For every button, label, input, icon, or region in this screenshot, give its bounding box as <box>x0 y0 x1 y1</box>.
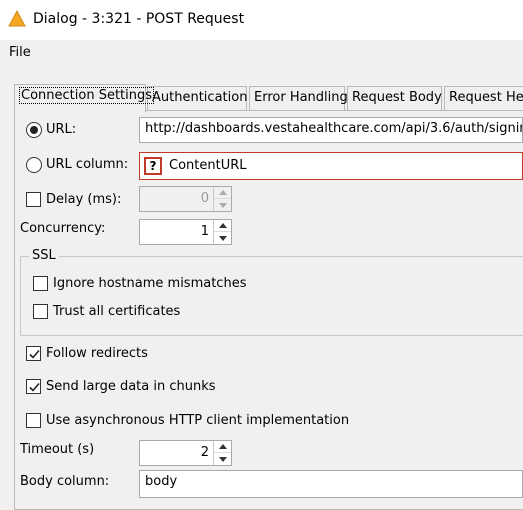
concurrency-spinner-buttons <box>213 220 231 244</box>
url-label: URL: <box>46 122 77 137</box>
tab-label: Request Body <box>352 90 442 105</box>
concurrency-label: Concurrency: <box>20 221 106 236</box>
checkmark-icon <box>29 349 40 359</box>
tab-strip: Connection Settings Authentication Error… <box>14 84 523 112</box>
delay-value: 0 <box>200 191 209 206</box>
trust-all-label: Trust all certificates <box>53 304 181 319</box>
concurrency-spinner[interactable]: 1 <box>139 219 232 245</box>
delay-checkbox[interactable] <box>26 192 41 207</box>
delay-spinner[interactable]: 0 <box>139 186 232 212</box>
url-column-select[interactable]: ? ContentURL <box>139 152 523 180</box>
timeout-spinner-buttons <box>213 441 231 465</box>
delay-label: Delay (ms): <box>46 192 122 207</box>
checkmark-icon <box>29 382 40 392</box>
send-chunks-checkbox[interactable] <box>26 379 41 394</box>
tab-label: Connection Settings <box>19 87 155 104</box>
spinner-up-icon[interactable] <box>214 441 231 453</box>
url-radio[interactable] <box>26 122 42 138</box>
url-column-value: ContentURL <box>169 158 247 173</box>
follow-redirects-checkbox[interactable] <box>26 346 41 361</box>
spinner-down-icon[interactable] <box>214 199 231 211</box>
tab-label: Authentication <box>152 90 248 105</box>
trust-all-checkbox[interactable] <box>33 304 48 319</box>
ignore-hostname-checkbox[interactable] <box>33 276 48 291</box>
menu-bar <box>0 40 523 68</box>
spinner-up-icon[interactable] <box>214 220 231 232</box>
tab-connection-settings[interactable]: Connection Settings <box>14 84 155 112</box>
window-title: Dialog - 3:321 - POST Request <box>33 11 245 27</box>
ssl-group <box>20 256 523 336</box>
follow-redirects-label: Follow redirects <box>46 346 148 361</box>
tab-error-handling[interactable]: Error Handling <box>249 86 348 111</box>
menu-file[interactable]: File <box>7 45 33 60</box>
ignore-hostname-label: Ignore hostname mismatches <box>53 276 247 291</box>
knime-warning-triangle-icon <box>8 10 26 27</box>
spinner-down-icon[interactable] <box>214 453 231 465</box>
async-label: Use asynchronous HTTP client implementat… <box>46 413 350 428</box>
concurrency-value: 1 <box>200 224 209 239</box>
body-column-label: Body column: <box>20 474 110 489</box>
radio-selected-dot <box>30 126 38 134</box>
tab-label: Request Hea <box>449 90 523 105</box>
tab-request-headers[interactable]: Request Hea <box>444 86 523 111</box>
body-column-select[interactable]: body <box>139 470 523 498</box>
timeout-label: Timeout (s) <box>20 442 95 457</box>
delay-spinner-buttons <box>213 187 231 211</box>
send-chunks-label: Send large data in chunks <box>46 379 216 394</box>
tab-label: Error Handling <box>254 90 348 105</box>
timeout-spinner[interactable]: 2 <box>139 440 232 466</box>
url-input[interactable]: http://dashboards.vestahealthcare.com/ap… <box>139 117 523 143</box>
spinner-down-icon[interactable] <box>214 232 231 244</box>
url-column-label: URL column: <box>46 157 129 172</box>
async-checkbox[interactable] <box>26 413 41 428</box>
url-column-radio[interactable] <box>26 157 42 173</box>
ssl-legend: SSL <box>29 248 59 263</box>
tab-request-body[interactable]: Request Body <box>347 86 442 111</box>
spinner-up-icon[interactable] <box>214 187 231 199</box>
tab-authentication[interactable]: Authentication <box>147 86 247 111</box>
timeout-value: 2 <box>200 445 209 460</box>
question-mark-icon: ? <box>144 157 162 175</box>
